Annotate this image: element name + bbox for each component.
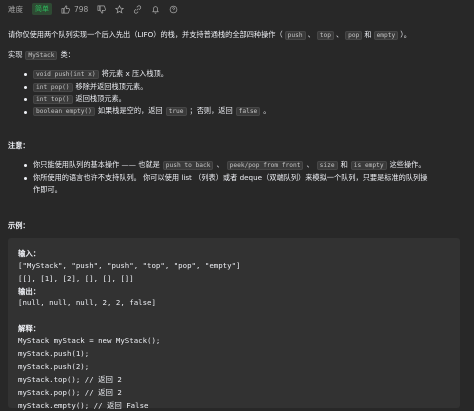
- code-line: myStack.empty(); // 返回 False: [18, 401, 149, 410]
- sep: 、: [306, 160, 314, 169]
- sep: 、: [335, 30, 344, 39]
- notes-title: 注意：: [8, 141, 30, 150]
- code-line: myStack.push(2);: [18, 362, 90, 371]
- impl-suffix: 类：: [60, 50, 75, 59]
- op-top: top: [316, 30, 334, 40]
- note-text: 这些操作。: [389, 160, 426, 169]
- implement-line: 实现 MyStack 类：: [8, 50, 75, 60]
- thumbs-down-button[interactable]: [97, 5, 107, 14]
- explain-label: 解释：: [18, 324, 41, 333]
- note-code: size: [316, 160, 338, 170]
- method-item: void push(int x) 将元素 x 压入栈顶。: [33, 69, 168, 79]
- note-code: is empty: [350, 160, 387, 170]
- bullet: [24, 86, 27, 89]
- class-name: MyStack: [25, 50, 58, 60]
- notification-button[interactable]: [151, 5, 160, 14]
- method-desc: ；否则，返回: [189, 106, 233, 115]
- like-count: 798: [74, 4, 89, 14]
- method-desc: 。: [263, 106, 271, 115]
- bullet: [24, 177, 27, 180]
- method-item: int pop() 移除并返回栈顶元素。: [33, 82, 147, 92]
- note-text: 作即可。: [33, 185, 62, 194]
- note-code: peek/pop from front: [226, 160, 304, 170]
- method-code: void push(int x): [33, 69, 99, 79]
- method-code: int top(): [33, 94, 73, 104]
- note-text: 你只能使用队列的基本操作 —— 也就是: [33, 160, 160, 169]
- input-label: 输入：: [18, 249, 41, 258]
- note-text: 你所使用的语言也许不支持队列。 你可以使用 list （列表）或者 deque（…: [33, 173, 428, 182]
- difficulty-label: 难度: [8, 4, 23, 14]
- feedback-button[interactable]: [169, 5, 178, 14]
- share-button[interactable]: [133, 4, 142, 14]
- true-code: true: [165, 106, 187, 116]
- like-button[interactable]: 798: [61, 5, 88, 14]
- share-icon: [134, 4, 142, 14]
- bullet: [24, 111, 27, 114]
- bullet: [24, 164, 27, 167]
- method-desc: 返回栈顶元素。: [75, 94, 126, 103]
- code-line: MyStack myStack = new MyStack();: [18, 336, 161, 345]
- method-code: int pop(): [33, 82, 73, 92]
- note-item: 你只能使用队列的基本操作 —— 也就是 push to back 、 peek/…: [33, 160, 426, 170]
- method-desc: 将元素 x 压入栈顶。: [101, 69, 168, 78]
- code-line: myStack.top(); // 返回 2: [18, 375, 122, 384]
- thumbs-up-icon: [61, 5, 70, 14]
- thumbs-down-icon: [97, 5, 107, 13]
- input-line: [[], [1], [2], [], [], []]: [18, 274, 134, 283]
- output-line: [null, null, null, 2, 2, false]: [18, 298, 156, 307]
- and-text: 和: [364, 30, 372, 39]
- difficulty-badge: 简单: [32, 3, 52, 15]
- output-label: 输出：: [18, 287, 41, 296]
- method-desc: 如果栈是空的，返回: [97, 106, 163, 115]
- code-line: myStack.pop(); // 返回 2: [18, 388, 122, 397]
- method-desc: 移除并返回栈顶元素。: [75, 82, 148, 91]
- method-item: boolean empty() 如果栈是空的，返回 true ；否则，返回 fa…: [33, 106, 270, 116]
- impl-prefix: 实现: [8, 50, 23, 59]
- method-code: boolean empty(): [33, 106, 95, 116]
- sep: 、: [307, 30, 315, 39]
- sep: 、: [216, 160, 224, 169]
- code-line: myStack.push(1);: [18, 349, 90, 358]
- method-item: int top() 返回栈顶元素。: [33, 94, 126, 104]
- problem-intro: 请你仅使用两个队列实现一个后入先出（LIFO）的栈，并支持普通栈的全部四种操作（…: [8, 30, 411, 40]
- intro-end: ）。: [400, 30, 411, 39]
- star-icon: [115, 4, 125, 13]
- intro-text: 请你仅使用两个队列实现一个后入先出（LIFO）的栈，并支持普通栈的全部四种操作（: [8, 30, 283, 39]
- bell-icon: [152, 5, 160, 14]
- note-code: push to back: [162, 160, 214, 170]
- meta-bar: 难度 简单 798: [8, 3, 178, 15]
- op-pop: pop: [345, 30, 363, 40]
- false-code: false: [235, 106, 261, 116]
- op-empty: empty: [373, 30, 399, 40]
- bullet: [24, 98, 27, 101]
- feedback-icon: [170, 5, 178, 13]
- favorite-button[interactable]: [115, 4, 125, 14]
- input-line: ["MyStack", "push", "push", "top", "pop"…: [18, 261, 241, 270]
- and-text: 和: [340, 160, 348, 169]
- bullet: [24, 73, 27, 76]
- op-push: push: [284, 30, 306, 40]
- example-title: 示例：: [8, 221, 30, 230]
